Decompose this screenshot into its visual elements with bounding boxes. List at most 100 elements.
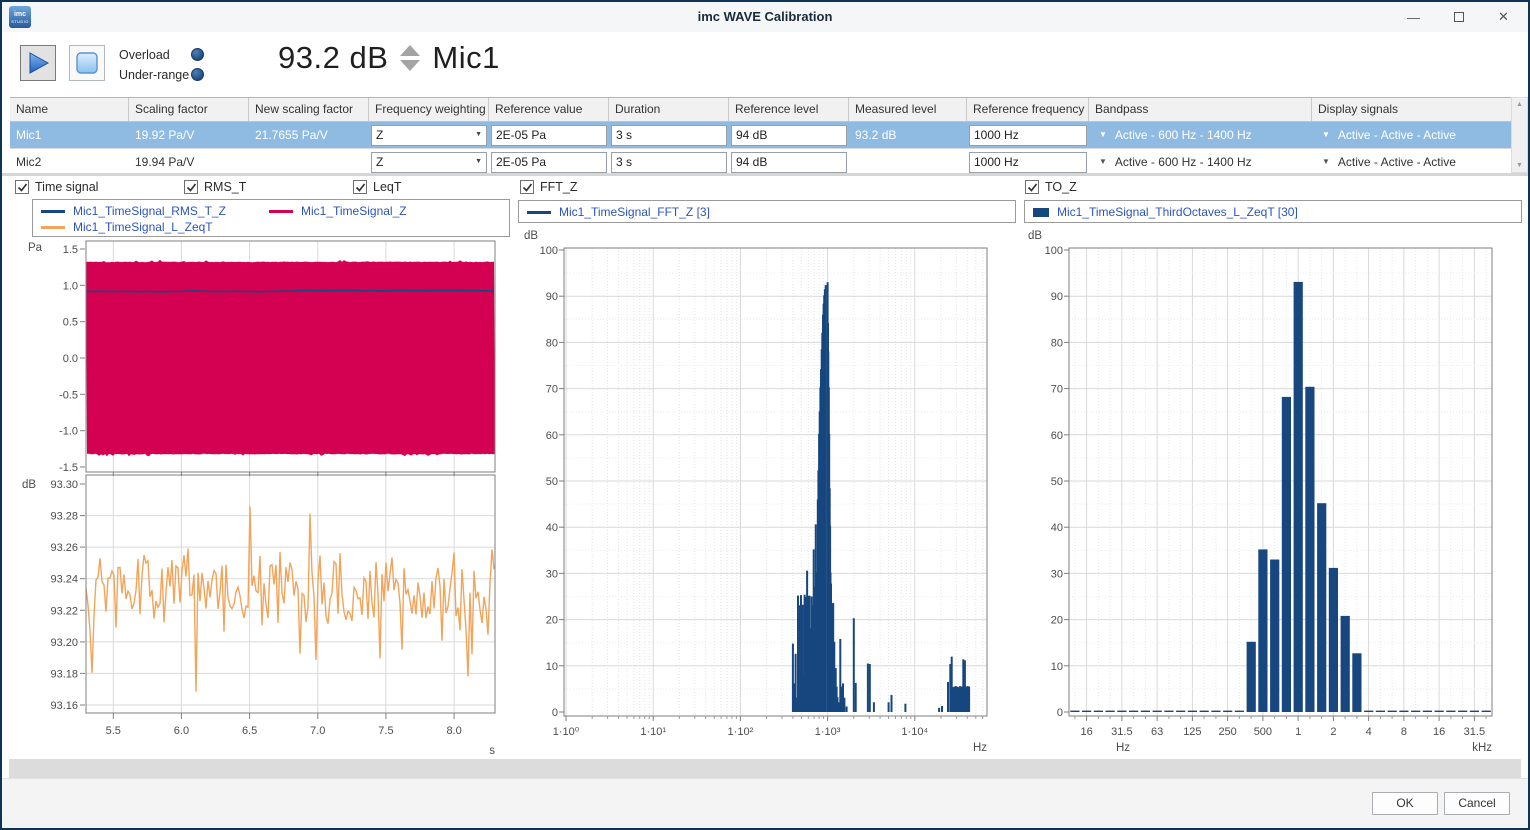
- reference-frequency-input-mic2[interactable]: [969, 152, 1087, 173]
- bandpass-select-mic1[interactable]: ▼Active - 600 Hz - 1400 Hz: [1089, 122, 1312, 148]
- reference-value-input-mic1[interactable]: [491, 125, 607, 146]
- svg-text:Pa: Pa: [28, 242, 43, 254]
- svg-text:93.26: 93.26: [50, 542, 78, 554]
- svg-text:8: 8: [1401, 726, 1407, 738]
- svg-text:40: 40: [1051, 522, 1063, 534]
- stop-calibration-button[interactable]: [69, 45, 105, 81]
- cell-new-scaling-factor: 21.7655 Pa/V: [249, 122, 369, 148]
- scroll-down-icon[interactable]: ▼: [1516, 162, 1523, 169]
- duration-input-mic2[interactable]: [611, 152, 727, 173]
- col-header-ref-level[interactable]: Reference level: [729, 98, 849, 121]
- legend-item[interactable]: Mic1_TimeSignal_ThirdOctaves_L_ZeqT [30]: [1033, 204, 1298, 220]
- svg-text:6.5: 6.5: [242, 725, 257, 737]
- svg-text:0.5: 0.5: [63, 317, 78, 329]
- line-sample-icon: [527, 211, 551, 214]
- frequency-weighting-select-mic1[interactable]: Z▼: [371, 125, 487, 146]
- horizontal-scrollbar[interactable]: [9, 759, 1521, 778]
- measured-level-value: 93.2 dB: [278, 40, 388, 76]
- col-header-name[interactable]: Name: [10, 98, 129, 121]
- checkbox-to-z[interactable]: TO_Z: [1025, 180, 1077, 194]
- checkbox-fft-z[interactable]: FFT_Z: [520, 180, 578, 194]
- cancel-button[interactable]: Cancel: [1444, 792, 1510, 815]
- legend-item[interactable]: Mic1_TimeSignal_RMS_T_Z: [41, 203, 269, 219]
- svg-text:70: 70: [1051, 384, 1063, 396]
- third-octave-legend: Mic1_TimeSignal_ThirdOctaves_L_ZeqT [30]: [1024, 200, 1522, 223]
- col-header-ref-frequency[interactable]: Reference frequency: [967, 98, 1089, 121]
- minimize-icon[interactable]: —: [1391, 2, 1436, 32]
- underrange-label: Under-range: [119, 66, 189, 86]
- table-row-mic2[interactable]: Mic2 19.94 Pa/V Z▼ ▼Active - 600 Hz - 14…: [10, 149, 1511, 176]
- col-header-new-scaling[interactable]: New scaling factor: [249, 98, 369, 121]
- svg-text:6.0: 6.0: [174, 725, 189, 737]
- checkbox-icon: [353, 180, 367, 194]
- reference-level-input-mic1[interactable]: [731, 125, 847, 146]
- legend-item[interactable]: Mic1_TimeSignal_L_ZeqT: [41, 219, 213, 235]
- cell-name[interactable]: Mic1: [10, 122, 129, 148]
- fft-legend: Mic1_TimeSignal_FFT_Z [3]: [518, 200, 1016, 223]
- reference-level-input-mic2[interactable]: [731, 152, 847, 173]
- scroll-up-icon[interactable]: ▲: [1516, 101, 1523, 108]
- col-header-ref-value[interactable]: Reference value: [489, 98, 609, 121]
- svg-text:100: 100: [1045, 245, 1063, 257]
- svg-text:93.30: 93.30: [50, 479, 78, 491]
- frequency-weighting-select-mic2[interactable]: Z▼: [371, 152, 487, 173]
- svg-text:4: 4: [1366, 726, 1372, 738]
- chevron-down-icon: ▼: [1099, 149, 1107, 175]
- overload-label: Overload: [119, 46, 189, 66]
- svg-text:1.0: 1.0: [63, 280, 78, 292]
- svg-text:80: 80: [546, 337, 558, 349]
- titlebar: imc STUDIO imc WAVE Calibration — ✕: [2, 2, 1528, 32]
- col-header-display-signals[interactable]: Display signals: [1312, 98, 1511, 121]
- table-row-mic1[interactable]: Mic1 19.92 Pa/V 21.7655 Pa/V Z▼ 93.2 dB …: [10, 122, 1511, 149]
- ok-button[interactable]: OK: [1372, 792, 1438, 815]
- col-header-duration[interactable]: Duration: [609, 98, 729, 121]
- checkbox-time-signal[interactable]: Time signal: [15, 180, 98, 194]
- svg-text:100: 100: [540, 245, 558, 257]
- legend-item[interactable]: Mic1_TimeSignal_Z: [269, 203, 497, 219]
- display-signals-select-mic1[interactable]: ▼Active - Active - Active: [1312, 122, 1511, 148]
- start-calibration-button[interactable]: [20, 45, 56, 81]
- underrange-led-icon: [191, 68, 204, 81]
- svg-text:0.0: 0.0: [63, 353, 78, 365]
- col-header-measured-level[interactable]: Measured level: [849, 98, 967, 121]
- spinner-up-icon[interactable]: [400, 45, 420, 56]
- window: imc STUDIO imc WAVE Calibration — ✕ Over…: [0, 0, 1530, 830]
- duration-input-mic1[interactable]: [611, 125, 727, 146]
- close-icon[interactable]: ✕: [1481, 2, 1526, 32]
- maximize-box-glyph: [1454, 12, 1464, 22]
- level-display: 93.2 dB Mic1: [278, 40, 500, 76]
- svg-text:0: 0: [552, 707, 558, 719]
- fft-chart[interactable]: dB10090807060504030201001·10⁰1·10¹1·10²1…: [518, 227, 1018, 759]
- cell-measured-level: 93.2 dB: [849, 122, 967, 148]
- line-sample-icon: [41, 210, 65, 213]
- svg-text:31.5: 31.5: [1464, 726, 1485, 738]
- col-header-freq-weighting[interactable]: Frequency weighting: [369, 98, 489, 121]
- checkbox-rms-t[interactable]: RMS_T: [184, 180, 246, 194]
- checkbox-icon: [184, 180, 198, 194]
- cell-name[interactable]: Mic2: [10, 149, 129, 175]
- svg-text:s: s: [489, 745, 495, 757]
- bandpass-select-mic2[interactable]: ▼Active - 600 Hz - 1400 Hz: [1089, 149, 1312, 175]
- col-header-scaling[interactable]: Scaling factor: [129, 98, 249, 121]
- svg-text:500: 500: [1254, 726, 1272, 738]
- checkbox-leqt[interactable]: LeqT: [353, 180, 402, 194]
- indicator-labels: Overload Under-range: [119, 46, 189, 86]
- section-divider: [2, 173, 1528, 176]
- table-scrollbar[interactable]: ▲ ▼: [1511, 97, 1528, 173]
- svg-text:60: 60: [1051, 430, 1063, 442]
- maximize-icon[interactable]: [1436, 2, 1481, 32]
- reference-frequency-input-mic1[interactable]: [969, 125, 1087, 146]
- svg-text:1·10²: 1·10²: [728, 726, 754, 738]
- reference-value-input-mic2[interactable]: [491, 152, 607, 173]
- third-octave-chart[interactable]: dB10090807060504030201001631.56312525050…: [1024, 227, 1530, 759]
- checkbox-icon: [15, 180, 29, 194]
- chevron-down-icon: ▼: [475, 149, 482, 175]
- time-signal-chart[interactable]: Pa1.51.00.50.0-0.5-1.0-1.5dB93.3093.2893…: [10, 237, 512, 759]
- col-header-bandpass[interactable]: Bandpass: [1089, 98, 1312, 121]
- svg-text:2: 2: [1330, 726, 1336, 738]
- spinner-down-icon[interactable]: [400, 60, 420, 71]
- cell-scaling-factor: 19.94 Pa/V: [129, 149, 249, 175]
- bar-sample-icon: [1033, 208, 1049, 217]
- legend-item[interactable]: Mic1_TimeSignal_FFT_Z [3]: [527, 204, 710, 220]
- display-signals-select-mic2[interactable]: ▼Active - Active - Active: [1312, 149, 1511, 175]
